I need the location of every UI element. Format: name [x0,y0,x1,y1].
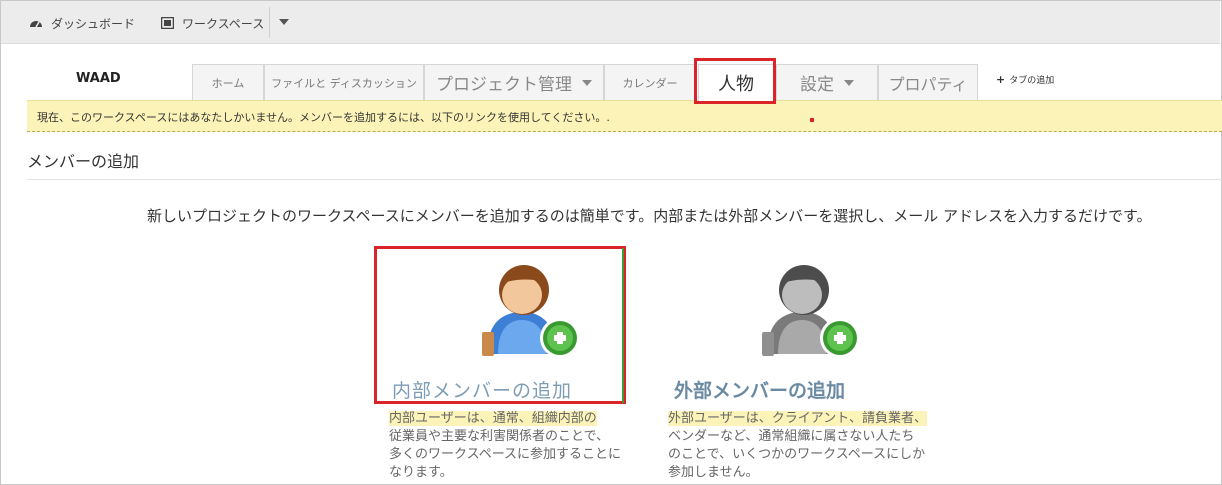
chevron-down-icon [582,79,592,86]
workspace-label: ワークスペース [182,16,265,31]
red-marker [810,118,814,122]
external-member-description: 外部ユーザーは、クライアント、請負業者、 ベンダーなど、通常組織に属さない人たち… [668,410,927,482]
dashboard-link[interactable]: ダッシュボード [29,13,135,33]
tab-home[interactable]: ホーム [192,64,264,100]
highlight-box-internal-member [374,246,626,404]
tab-properties[interactable]: プロパティ [878,64,978,100]
highlight-box-people-tab [694,58,776,104]
section-divider [27,179,1222,180]
top-bar: ダッシュボード ワークスペース [1,1,1220,44]
plus-icon: + [996,73,1006,86]
tab-calendar[interactable]: カレンダー [604,64,696,100]
desc-line: ベンダーなど、通常組織に属さない人たち [668,429,915,444]
workspace-icon [161,17,174,29]
tab-label: ファイルと ディスカッション [271,76,417,90]
desc-line: のことで、いくつかのワークスペースにしか [668,447,926,462]
desc-line: 参加しません。 [668,465,759,480]
tab-label: プロパティ [888,74,968,94]
topbar-divider [269,7,270,38]
tab-label: 設定 [800,75,834,95]
intro-text: 新しいプロジェクトのワークスペースにメンバーを追加するのは簡単です。内部または外… [147,207,1152,225]
notice-banner: 現在、このワークスペースにはあなたしかいません。メンバーを追加するには、以下のリ… [27,100,1222,132]
dashboard-label: ダッシュボード [51,16,136,31]
tab-files-discussions[interactable]: ファイルと ディスカッション [264,64,424,100]
notice-text: 現在、このワークスペースにはあなたしかいません。メンバーを追加するには、以下のリ… [37,111,610,124]
desc-line: 内部ユーザーは、通常、組織内部の [389,411,597,426]
chevron-down-icon[interactable] [279,19,289,25]
workspace-link[interactable]: ワークスペース [161,13,264,33]
desc-line: なります。 [389,465,453,480]
add-tab-button[interactable]: + タブの追加 [996,73,1054,86]
tab-project-management[interactable]: プロジェクト管理 [424,64,604,100]
tab-settings[interactable]: 設定 [776,64,878,100]
external-member-title[interactable]: 外部メンバーの追加 [674,376,845,403]
add-tab-label: タブの追加 [1009,76,1055,86]
tab-label: ホーム [211,76,245,90]
internal-member-description: 内部ユーザーは、通常、組織内部の 従業員や主要な利害関係者のことで、 多くのワー… [389,410,621,482]
tab-label: プロジェクト管理 [436,75,572,95]
desc-line: 多くのワークスペースに参加することに [389,447,622,462]
desc-line: 外部ユーザーは、クライアント、請負業者、 [668,411,927,426]
desc-line: 従業員や主要な利害関係者のことで、 [389,429,610,444]
chevron-down-icon [844,79,854,86]
green-edge [622,248,624,403]
dashboard-icon [30,21,42,28]
tab-label: カレンダー [622,76,678,90]
user-add-icon [762,265,860,358]
section-title: メンバーの追加 [27,152,140,171]
workspace-name: WAAD [76,71,121,86]
